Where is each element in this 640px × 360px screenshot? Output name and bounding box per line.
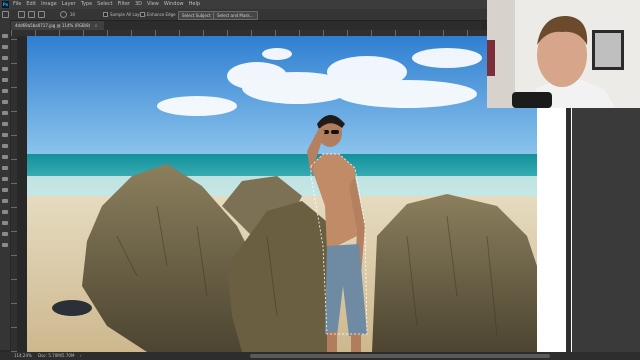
dodge-tool-icon[interactable]: [2, 177, 8, 181]
menu-item-edit[interactable]: Edit: [26, 0, 36, 9]
marquee-tool-icon[interactable]: [2, 45, 8, 49]
enhance-edge-label: Enhance Edge: [147, 12, 176, 17]
tools-panel: [0, 20, 10, 350]
zoom-tool-icon[interactable]: [2, 243, 8, 247]
zoom-level[interactable]: 114.24%: [14, 352, 32, 360]
close-icon[interactable]: ×: [94, 23, 97, 28]
quick-selection-tool-icon[interactable]: [2, 11, 9, 18]
select-and-mask-button[interactable]: Select and Mask...: [213, 11, 258, 20]
pen-tool-icon[interactable]: [2, 188, 8, 192]
document-tab[interactable]: 4dd69a5ba0717.jpg @ 114% (RGB/8) ×: [11, 21, 104, 30]
menu-item-view[interactable]: View: [147, 0, 159, 9]
move-tool-icon[interactable]: [2, 34, 8, 38]
subtract-from-selection-icon[interactable]: [38, 11, 45, 18]
menu-item-type[interactable]: Type: [81, 0, 92, 9]
menu-items: File Edit Image Layer Type Select Filter 3D View…: [13, 0, 200, 9]
crop-tool-icon[interactable]: [2, 78, 8, 82]
menu-item-file[interactable]: File: [13, 0, 21, 9]
document-tab-label: 4dd69a5ba0717.jpg @ 114% (RGB/8): [15, 23, 91, 28]
wall-poster: [487, 40, 495, 76]
gradient-tool-icon[interactable]: [2, 155, 8, 159]
eyedropper-tool-icon[interactable]: [2, 89, 8, 93]
menu-item-window[interactable]: Window: [164, 0, 184, 9]
select-subject-button[interactable]: Select Subject: [178, 11, 215, 20]
type-tool-icon[interactable]: [2, 199, 8, 203]
clone-tool-icon[interactable]: [2, 122, 8, 126]
status-bar: 114.24% Doc: 5.70M/5.70M ›: [0, 352, 640, 360]
menu-item-select[interactable]: Select: [97, 0, 112, 9]
new-selection-icon[interactable]: [18, 11, 25, 18]
menu-item-image[interactable]: Image: [41, 0, 57, 9]
photoshop-logo-icon: Ps: [2, 1, 9, 8]
enhance-edge-checkbox[interactable]: [140, 12, 145, 17]
lasso-tool-icon[interactable]: [2, 56, 8, 60]
eraser-tool-icon[interactable]: [2, 144, 8, 148]
beach-photo[interactable]: [27, 36, 537, 352]
add-to-selection-icon[interactable]: [28, 11, 35, 18]
microphone: [512, 92, 552, 108]
horizontal-scrollbar[interactable]: [250, 354, 550, 358]
wet-rock: [52, 300, 92, 316]
document-size: Doc: 5.70M/5.70M: [38, 353, 75, 358]
menu-item-help[interactable]: Help: [189, 0, 200, 9]
hand-tool-icon[interactable]: [2, 232, 8, 236]
history-tool-icon[interactable]: [2, 133, 8, 137]
menu-item-3d[interactable]: 3D: [135, 0, 142, 9]
quick-selection-tool-icon[interactable]: [2, 67, 8, 71]
menu-item-filter[interactable]: Filter: [118, 0, 130, 9]
shape-tool-icon[interactable]: [2, 221, 8, 225]
brush-size-icon[interactable]: [60, 11, 67, 18]
status-arrow-icon[interactable]: ›: [80, 352, 82, 360]
path-selection-tool-icon[interactable]: [2, 210, 8, 214]
brush-size-value[interactable]: 30: [70, 9, 75, 20]
menu-item-layer[interactable]: Layer: [62, 0, 76, 9]
document-tab-bar: 4dd69a5ba0717.jpg @ 114% (RGB/8) ×: [11, 21, 481, 30]
sample-all-layers-checkbox[interactable]: [103, 12, 108, 17]
brush-tool-icon[interactable]: [2, 111, 8, 115]
webcam-overlay: [487, 0, 640, 108]
blur-tool-icon[interactable]: [2, 166, 8, 170]
healing-tool-icon[interactable]: [2, 100, 8, 104]
